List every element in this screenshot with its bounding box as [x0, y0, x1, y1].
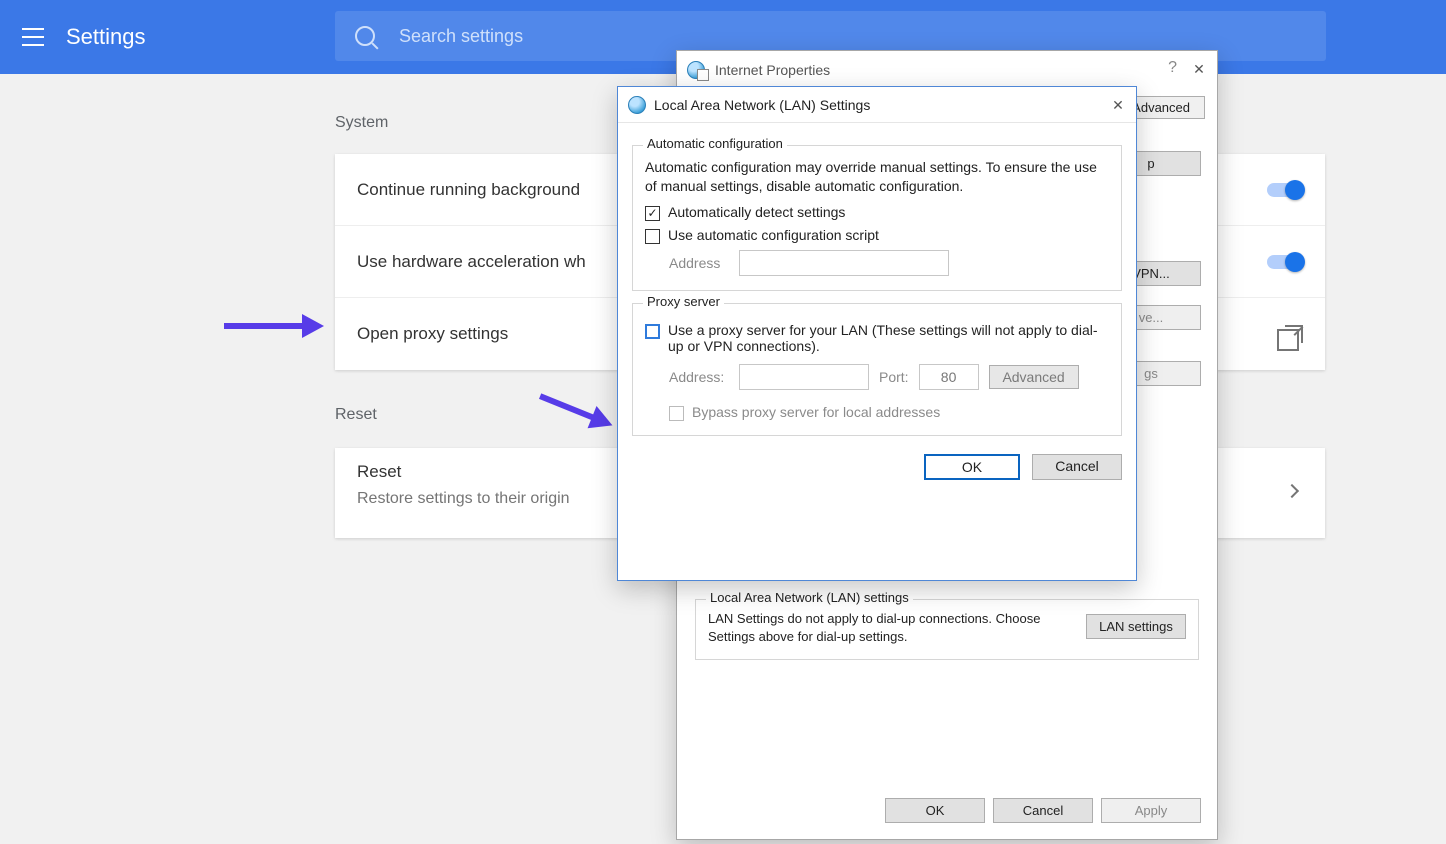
- annotation-arrow-2: [539, 393, 595, 420]
- bypass-checkbox: [669, 406, 684, 421]
- page-title: Settings: [66, 24, 146, 50]
- close-icon[interactable]: ✕: [1106, 93, 1130, 117]
- ip-button-bar: OK Cancel Apply: [885, 798, 1201, 823]
- auto-script-label: Use automatic configuration script: [668, 227, 879, 243]
- chevron-right-icon: [1285, 484, 1299, 498]
- proxy-address-label: Address:: [669, 369, 729, 385]
- row-label: Open proxy settings: [357, 324, 508, 344]
- reset-title: Reset: [357, 462, 401, 482]
- use-proxy-checkbox[interactable]: [645, 324, 660, 339]
- use-proxy-label: Use a proxy server for your LAN (These s…: [668, 322, 1109, 354]
- lan-button-bar: OK Cancel: [632, 454, 1122, 480]
- proxy-port-input[interactable]: 80: [919, 364, 979, 390]
- section-heading-system: System: [335, 114, 388, 132]
- close-icon[interactable]: ✕: [1187, 57, 1211, 81]
- proxy-group: Proxy server Use a proxy server for your…: [632, 303, 1122, 436]
- auto-config-group: Automatic configuration Automatic config…: [632, 145, 1122, 291]
- search-icon: [355, 26, 375, 46]
- lan-fieldset-title: Local Area Network (LAN) settings: [706, 590, 913, 605]
- toggle-on-icon[interactable]: [1267, 183, 1303, 197]
- apply-button: Apply: [1101, 798, 1201, 823]
- reset-subtitle: Restore settings to their origin: [357, 490, 570, 508]
- help-icon[interactable]: ?: [1168, 59, 1177, 77]
- section-heading-reset: Reset: [335, 406, 377, 424]
- toggle-on-icon[interactable]: [1267, 255, 1303, 269]
- annotation-arrow-1: [224, 323, 304, 329]
- proxy-address-input[interactable]: [739, 364, 869, 390]
- menu-icon[interactable]: [22, 28, 44, 46]
- lan-titlebar[interactable]: Local Area Network (LAN) Settings ✕: [618, 87, 1136, 123]
- proxy-group-title: Proxy server: [643, 294, 724, 309]
- auto-config-desc: Automatic configuration may override man…: [645, 158, 1109, 196]
- ok-button[interactable]: OK: [924, 454, 1020, 480]
- globe-settings-icon: [687, 61, 707, 79]
- external-link-icon: [1285, 325, 1303, 343]
- ip-titlebar[interactable]: Internet Properties ? ✕: [677, 51, 1217, 89]
- auto-detect-label: Automatically detect settings: [668, 204, 845, 220]
- ip-title: Internet Properties: [715, 62, 830, 78]
- lan-title: Local Area Network (LAN) Settings: [654, 97, 870, 113]
- script-address-input[interactable]: [739, 250, 949, 276]
- script-address-label: Address: [669, 255, 729, 271]
- row-label: Continue running background: [357, 180, 580, 200]
- lan-settings-button[interactable]: LAN settings: [1086, 614, 1186, 639]
- ok-button[interactable]: OK: [885, 798, 985, 823]
- proxy-port-label: Port:: [879, 369, 909, 385]
- cancel-button[interactable]: Cancel: [993, 798, 1093, 823]
- auto-detect-checkbox[interactable]: [645, 206, 660, 221]
- row-label: Use hardware acceleration wh: [357, 252, 586, 272]
- advanced-button: Advanced: [989, 365, 1079, 389]
- globe-icon: [628, 96, 646, 114]
- bypass-label: Bypass proxy server for local addresses: [692, 404, 940, 420]
- auto-config-title: Automatic configuration: [643, 136, 787, 151]
- cancel-button[interactable]: Cancel: [1032, 454, 1122, 480]
- lan-fieldset: Local Area Network (LAN) settings LAN Se…: [695, 599, 1199, 660]
- search-placeholder: Search settings: [399, 26, 523, 47]
- auto-script-checkbox[interactable]: [645, 229, 660, 244]
- lan-settings-dialog: Local Area Network (LAN) Settings ✕ Auto…: [617, 86, 1137, 581]
